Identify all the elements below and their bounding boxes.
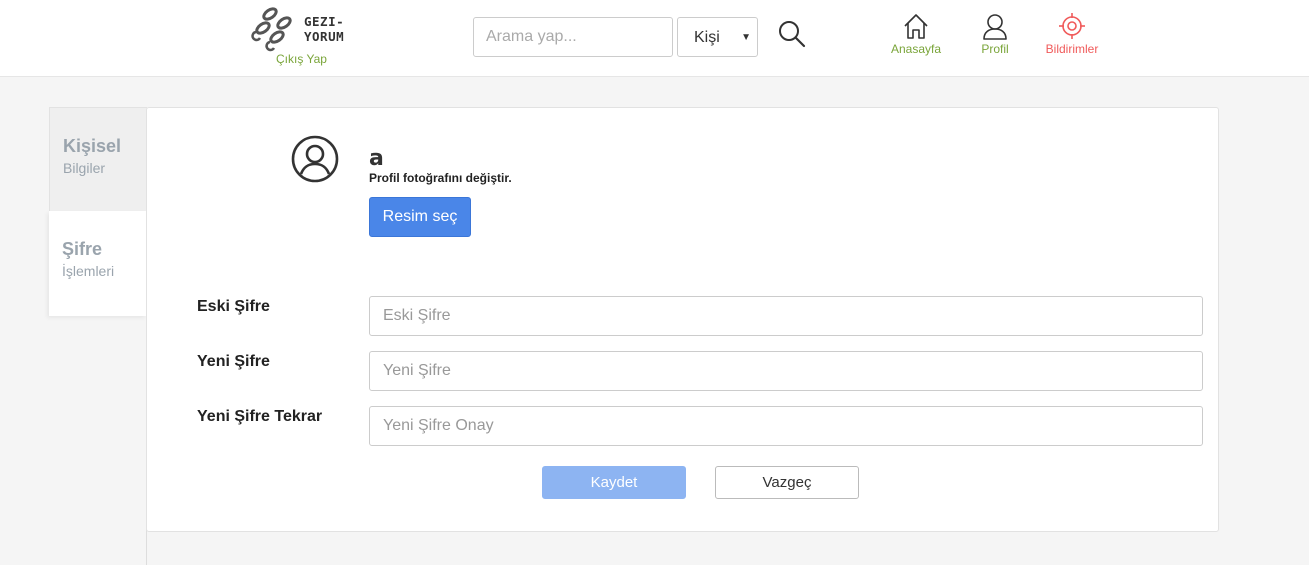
logo-line-1: GEZI- — [304, 14, 345, 29]
new-password-label: Yeni Şifre — [197, 353, 270, 370]
settings-card: a Profil fotoğrafını değiştir. Resim seç… — [146, 107, 1219, 532]
search-icon — [779, 21, 806, 48]
top-header: GEZI- YORUM Çıkış Yap Kişi ▼ Anasayfa Pr… — [0, 0, 1309, 77]
logo-text: GEZI- YORUM — [304, 14, 344, 44]
confirm-password-field[interactable] — [369, 406, 1203, 446]
search-input[interactable] — [473, 17, 673, 57]
chevron-down-icon: ▼ — [741, 32, 751, 43]
nav-home-label: Anasayfa — [890, 42, 942, 56]
confirm-password-label: Yeni Şifre Tekrar — [197, 408, 323, 425]
cancel-button[interactable]: Vazgeç — [715, 466, 859, 499]
save-button[interactable]: Kaydet — [542, 466, 686, 499]
new-password-field[interactable] — [369, 351, 1203, 391]
old-password-label: Eski Şifre — [197, 298, 270, 315]
username: a — [369, 146, 384, 171]
choose-image-button[interactable]: Resim seç — [369, 197, 471, 237]
nav-notifications[interactable]: Bildirimler — [1040, 12, 1104, 56]
logo-line-2: YORUM — [304, 29, 345, 44]
tab-password-subtitle: İşlemleri — [62, 263, 115, 279]
search-type-select[interactable]: Kişi ▼ — [677, 17, 758, 57]
nav-notifications-label: Bildirimler — [1045, 42, 1099, 56]
avatar-icon — [291, 135, 339, 183]
tab-personal-subtitle: Bilgiler — [63, 160, 106, 176]
search-button[interactable] — [776, 18, 808, 50]
nav-profile[interactable]: Profil — [970, 12, 1020, 56]
logout-link[interactable]: Çıkış Yap — [276, 52, 327, 66]
nav-home[interactable]: Anasayfa — [887, 12, 945, 56]
old-password-field[interactable] — [369, 296, 1203, 336]
nav-profile-label: Profil — [981, 42, 1009, 56]
search-type-value: Kişi — [694, 29, 720, 46]
home-icon — [904, 14, 928, 39]
tab-personal-title: Kişisel — [63, 136, 122, 156]
tab-password-title: Şifre — [62, 239, 103, 259]
change-photo-label: Profil fotoğrafını değiştir. — [369, 171, 512, 185]
tab-personal-info[interactable]: Kişisel Bilgiler — [49, 107, 147, 212]
user-icon — [983, 14, 1007, 40]
logo-icon — [251, 7, 292, 52]
tab-password[interactable]: Şifre İşlemleri — [49, 211, 147, 316]
site-logo[interactable]: GEZI- YORUM — [250, 4, 360, 52]
target-icon — [1059, 13, 1085, 39]
